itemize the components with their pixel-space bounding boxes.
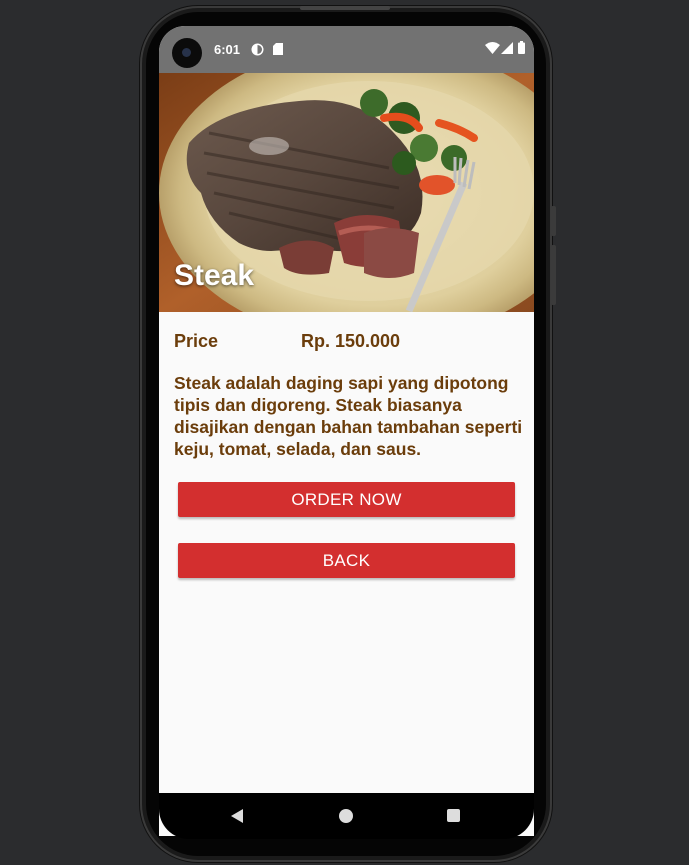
- wifi-icon: [485, 42, 500, 54]
- price-value: Rp. 150.000: [301, 331, 401, 351]
- data-saver-icon: [251, 43, 264, 56]
- phone-speaker: [300, 6, 390, 10]
- power-button: [551, 245, 556, 305]
- page-title: Steak: [174, 259, 255, 292]
- back-icon[interactable]: [231, 809, 243, 823]
- sd-card-icon: [273, 43, 283, 55]
- navigation-bar: [159, 793, 534, 839]
- battery-icon: [518, 41, 525, 54]
- front-camera-icon: [172, 38, 202, 68]
- order-now-button[interactable]: ORDER NOW: [178, 482, 515, 517]
- status-time: 6:01: [214, 42, 241, 57]
- volume-button: [551, 206, 556, 236]
- steak-plate-image: Steak: [159, 73, 534, 312]
- home-icon[interactable]: [339, 809, 353, 823]
- signal-icon: [501, 42, 513, 54]
- price-label: Price: [174, 331, 219, 351]
- app-screen: 6:01 Steak Price Rp. 150.000 Steak adala…: [159, 26, 534, 836]
- recents-icon[interactable]: [447, 809, 460, 822]
- status-bar: 6:01: [159, 26, 534, 73]
- back-button[interactable]: BACK: [178, 543, 515, 578]
- product-description: Steak adalah daging sapi yang dipotong t…: [174, 373, 523, 459]
